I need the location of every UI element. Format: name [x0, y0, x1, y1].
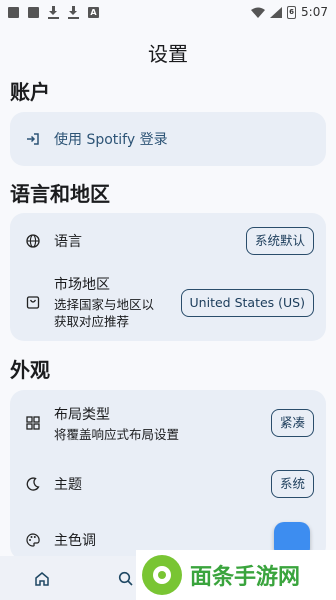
- watermark-logo-icon: [142, 555, 182, 595]
- watermark-text: 面条手游网: [190, 565, 301, 590]
- market-label: 市场地区: [54, 277, 110, 293]
- login-label: 使用 Spotify 登录: [54, 132, 168, 148]
- theme-row[interactable]: 主题 系统: [10, 464, 326, 504]
- market-description-line2: 获取对应推荐: [54, 314, 130, 329]
- status-bar: A 6 5:07: [0, 0, 336, 24]
- market-select-button[interactable]: United States (US): [180, 289, 314, 317]
- grid-icon: [26, 416, 40, 430]
- shopping-bag-icon: [26, 295, 40, 309]
- theme-label: 主题: [54, 477, 82, 493]
- download-icon: [48, 5, 59, 19]
- nav-home-button[interactable]: [34, 571, 50, 587]
- page-title: 设置: [148, 42, 188, 66]
- watermark: 面条手游网: [136, 550, 336, 600]
- market-description-line1: 选择国家与地区以: [54, 297, 155, 312]
- account-card: 使用 Spotify 登录: [10, 112, 326, 166]
- globe-icon: [26, 234, 40, 248]
- notification-icon: [8, 6, 19, 18]
- app-notification-icon: A: [88, 6, 99, 18]
- home-icon: [35, 572, 49, 586]
- clock: 5:07: [301, 5, 328, 19]
- color-label: 主色调: [54, 533, 96, 549]
- battery-icon: 6: [287, 5, 297, 19]
- language-row[interactable]: 语言 系统默认: [10, 221, 326, 261]
- login-icon: [26, 132, 40, 146]
- language-region-card: 语言 系统默认 市场地区 选择国家与地区以 获取对应推荐 United Stat…: [10, 213, 326, 341]
- layout-row[interactable]: 布局类型 将覆盖响应式布局设置 紧凑: [10, 400, 326, 446]
- moon-icon: [26, 477, 40, 491]
- login-row[interactable]: 使用 Spotify 登录: [10, 112, 326, 166]
- notification-icon: [28, 6, 39, 18]
- signal-icon: [270, 6, 283, 18]
- palette-icon: [26, 533, 40, 547]
- layout-select-button[interactable]: 紧凑: [270, 409, 314, 437]
- language-select-button[interactable]: 系统默认: [245, 227, 314, 255]
- nav-search-button[interactable]: [118, 571, 134, 587]
- market-text: 市场地区 选择国家与地区以 获取对应推荐: [54, 274, 154, 330]
- market-row[interactable]: 市场地区 选择国家与地区以 获取对应推荐 United States (US): [10, 271, 326, 333]
- section-heading-appearance: 外观: [10, 358, 50, 382]
- language-label: 语言: [54, 234, 82, 250]
- wifi-icon: [251, 7, 266, 18]
- section-heading-account: 账户: [10, 80, 50, 104]
- layout-description: 将覆盖响应式布局设置: [54, 426, 180, 442]
- layout-label: 布局类型: [54, 406, 110, 423]
- section-heading-language-region: 语言和地区: [10, 182, 110, 206]
- download-icon: [68, 5, 79, 19]
- theme-select-button[interactable]: 系统: [270, 470, 314, 498]
- layout-text: 布局类型 将覆盖响应式布局设置: [54, 404, 179, 443]
- search-icon: [118, 571, 133, 586]
